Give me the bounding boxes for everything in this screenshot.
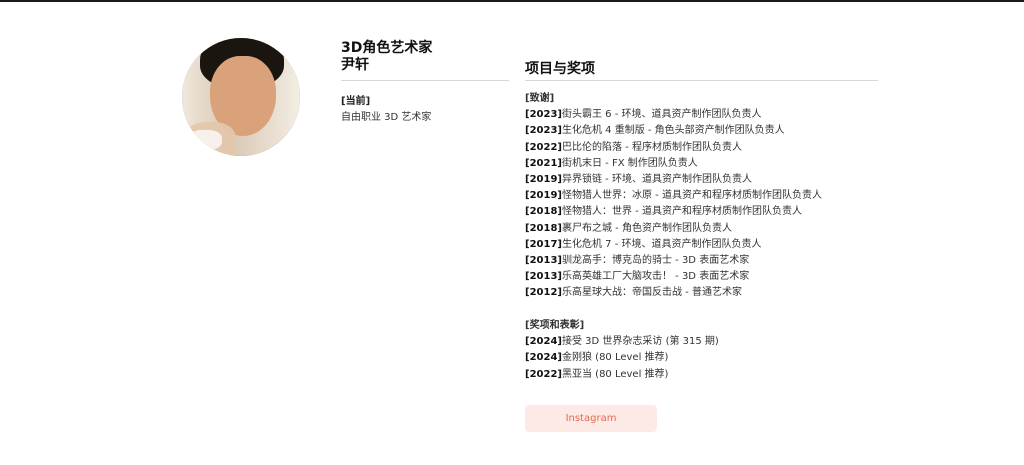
profile-name: 尹轩	[341, 57, 369, 73]
list-item-year: [2022]	[525, 368, 562, 380]
list-item-year: [2023]	[525, 125, 562, 137]
list-item-year: [2022]	[525, 141, 562, 153]
list-item-text: 乐高英雄工厂大脑攻击！ - 3D 表面艺术家	[561, 271, 750, 283]
list-item-year: [2013]	[525, 255, 562, 267]
list-item-year: [2013]	[525, 271, 562, 283]
list-item: [2023]街头霸王 6 - 环境、道具资产制作团队负责人	[525, 107, 885, 123]
awards-label: [奖项和表彰]	[525, 320, 585, 331]
list-item-year: [2024]	[525, 352, 562, 364]
list-item-text: 异界锁链 - 环境、道具资产制作团队负责人	[561, 174, 752, 186]
list-item-text: 街机末日 - FX 制作团队负责人	[561, 157, 698, 169]
list-item: [2013]驯龙高手：博克岛的骑士 - 3D 表面艺术家	[525, 253, 885, 269]
right-divider	[525, 80, 878, 81]
list-item-year: [2021]	[525, 157, 562, 169]
top-border	[0, 0, 1024, 2]
awards-list: [奖项和表彰] [2024]接受 3D 世界杂志采访 (第 315 期) [202…	[525, 318, 885, 383]
list-item: [2024]金刚狼 (80 Level 推荐)	[525, 350, 885, 366]
list-item-text: 接受 3D 世界杂志采访 (第 315 期)	[561, 336, 719, 348]
list-item: [2022]黑亚当 (80 Level 推荐)	[525, 367, 885, 383]
list-item-text: 街头霸王 6 - 环境、道具资产制作团队负责人	[561, 109, 762, 121]
left-divider	[341, 80, 509, 81]
list-item-text: 生化危机 7 - 环境、道具资产制作团队负责人	[561, 238, 762, 250]
list-item: [2022]巴比伦的陷落 - 程序材质制作团队负责人	[525, 140, 885, 156]
list-item: [2019]异界锁链 - 环境、道具资产制作团队负责人	[525, 172, 885, 188]
list-item-text: 怪物猎人世界：冰原 - 道具资产和程序材质制作团队负责人	[561, 190, 822, 202]
list-item-year: [2024]	[525, 336, 562, 348]
list-item: [2013]乐高英雄工厂大脑攻击！ - 3D 表面艺术家	[525, 269, 885, 285]
list-item-text: 乐高星球大战：帝国反击战 - 普通艺术家	[561, 287, 742, 299]
credits-label: [致谢]	[525, 93, 555, 104]
list-item-year: [2019]	[525, 190, 562, 202]
list-item: [2017]生化危机 7 - 环境、道具资产制作团队负责人	[525, 237, 885, 253]
avatar	[182, 38, 300, 156]
list-item: [2019]怪物猎人世界：冰原 - 道具资产和程序材质制作团队负责人	[525, 188, 885, 204]
current-label: [当前]	[341, 96, 371, 107]
list-item: [2024]接受 3D 世界杂志采访 (第 315 期)	[525, 334, 885, 350]
list-item-text: 生化危机 4 重制版 - 角色头部资产制作团队负责人	[561, 125, 785, 137]
profile-name-block: 3D角色艺术家 尹轩	[341, 40, 509, 74]
profile-title: 3D角色艺术家	[341, 40, 433, 56]
list-item-text: 裹尸布之城 - 角色资产制作团队负责人	[561, 222, 732, 234]
instagram-button[interactable]: Instagram	[525, 405, 657, 432]
list-item: [2021]街机末日 - FX 制作团队负责人	[525, 156, 885, 172]
list-item: [2023]生化危机 4 重制版 - 角色头部资产制作团队负责人	[525, 123, 885, 139]
list-item-year: [2017]	[525, 238, 562, 250]
list-item-text: 驯龙高手：博克岛的骑士 - 3D 表面艺术家	[561, 255, 750, 267]
list-item-year: [2023]	[525, 109, 562, 121]
list-item-text: 怪物猎人：世界 - 道具资产和程序材质制作团队负责人	[561, 206, 802, 218]
current-value: 自由职业 3D 艺术家	[341, 112, 432, 123]
projects-heading: 项目与奖项	[525, 61, 595, 77]
list-item-text: 金刚狼 (80 Level 推荐)	[561, 352, 669, 364]
list-item-year: [2019]	[525, 174, 562, 186]
list-item-year: [2012]	[525, 287, 562, 299]
list-item: [2018]怪物猎人：世界 - 道具资产和程序材质制作团队负责人	[525, 204, 885, 220]
list-item: [2012]乐高星球大战：帝国反击战 - 普通艺术家	[525, 285, 885, 301]
list-item-year: [2018]	[525, 206, 562, 218]
credits-list: [致谢] [2023]街头霸王 6 - 环境、道具资产制作团队负责人 [2023]…	[525, 91, 885, 302]
list-item-text: 黑亚当 (80 Level 推荐)	[561, 368, 669, 380]
list-item: [2018]裹尸布之城 - 角色资产制作团队负责人	[525, 221, 885, 237]
list-item-text: 巴比伦的陷落 - 程序材质制作团队负责人	[561, 141, 742, 153]
list-item-year: [2018]	[525, 222, 562, 234]
